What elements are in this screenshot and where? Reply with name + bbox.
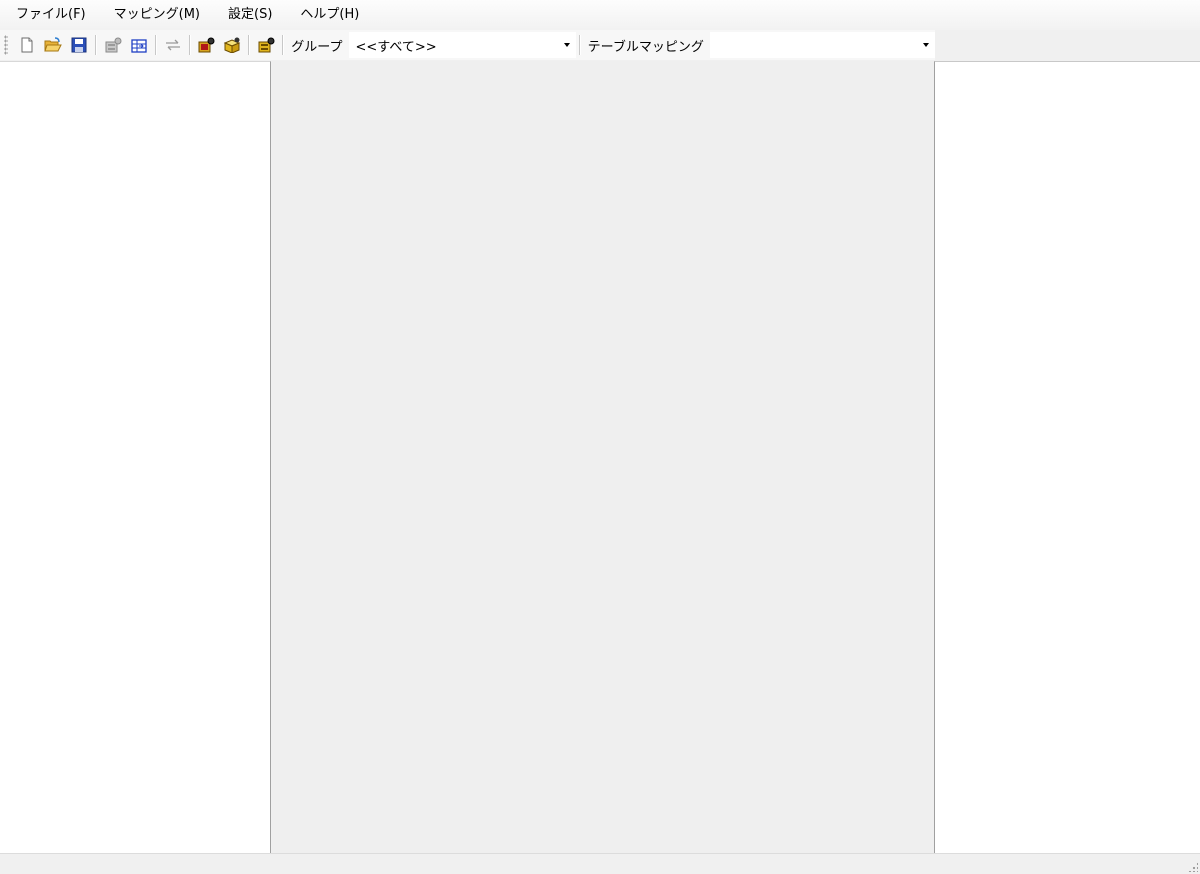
group-select-value: <<すべて>> — [355, 39, 437, 55]
menu-help[interactable]: ヘルプ(H) — [284, 0, 371, 30]
toolbar-separator — [154, 35, 157, 55]
menu-mapping[interactable]: マッピング(M) — [98, 0, 212, 30]
toolbar-separator — [188, 35, 191, 55]
save-button[interactable] — [68, 34, 90, 56]
toolbar-separator — [248, 35, 251, 55]
resize-grip-icon[interactable] — [1188, 862, 1198, 872]
open-button[interactable] — [42, 34, 64, 56]
yellow-box-button[interactable] — [221, 34, 243, 56]
group-label: グループ — [291, 39, 343, 55]
left-panel[interactable] — [0, 61, 271, 853]
right-panel[interactable] — [934, 61, 1200, 853]
table-mapping-select[interactable] — [709, 32, 936, 58]
menu-bar: ファイル(F) マッピング(M) 設定(S) ヘルプ(H) — [0, 0, 1200, 30]
settings-gear-icon — [258, 37, 275, 53]
properties-button[interactable] — [102, 34, 124, 56]
group-select[interactable]: <<すべて>> — [348, 32, 576, 58]
connect-button[interactable] — [162, 34, 184, 56]
toolbar-separator — [94, 35, 97, 55]
properties-icon — [105, 37, 122, 53]
new-file-button[interactable] — [16, 34, 38, 56]
table-mapping-label: テーブルマッピング — [587, 39, 704, 55]
toolbar: グループ <<すべて>> テーブルマッピング — [0, 30, 936, 60]
new-file-icon — [21, 37, 33, 53]
settings-button[interactable] — [255, 34, 277, 56]
red-gear-button[interactable] — [196, 34, 218, 56]
chevron-down-icon — [563, 43, 570, 47]
save-icon — [71, 37, 87, 53]
chevron-down-icon — [923, 43, 930, 47]
table-icon — [130, 39, 147, 53]
red-gear-icon — [198, 37, 215, 53]
menu-settings[interactable]: 設定(S) — [212, 0, 284, 30]
yellow-box-icon — [224, 37, 241, 53]
table-button[interactable] — [128, 34, 150, 56]
toolbar-grip[interactable] — [4, 35, 8, 55]
menu-file[interactable]: ファイル(F) — [0, 0, 98, 30]
center-panel[interactable] — [272, 61, 934, 853]
status-bar — [0, 853, 1200, 874]
connect-arrows-icon — [165, 39, 180, 51]
toolbar-separator — [578, 35, 581, 55]
toolbar-separator — [282, 35, 285, 55]
open-folder-icon — [44, 37, 62, 52]
